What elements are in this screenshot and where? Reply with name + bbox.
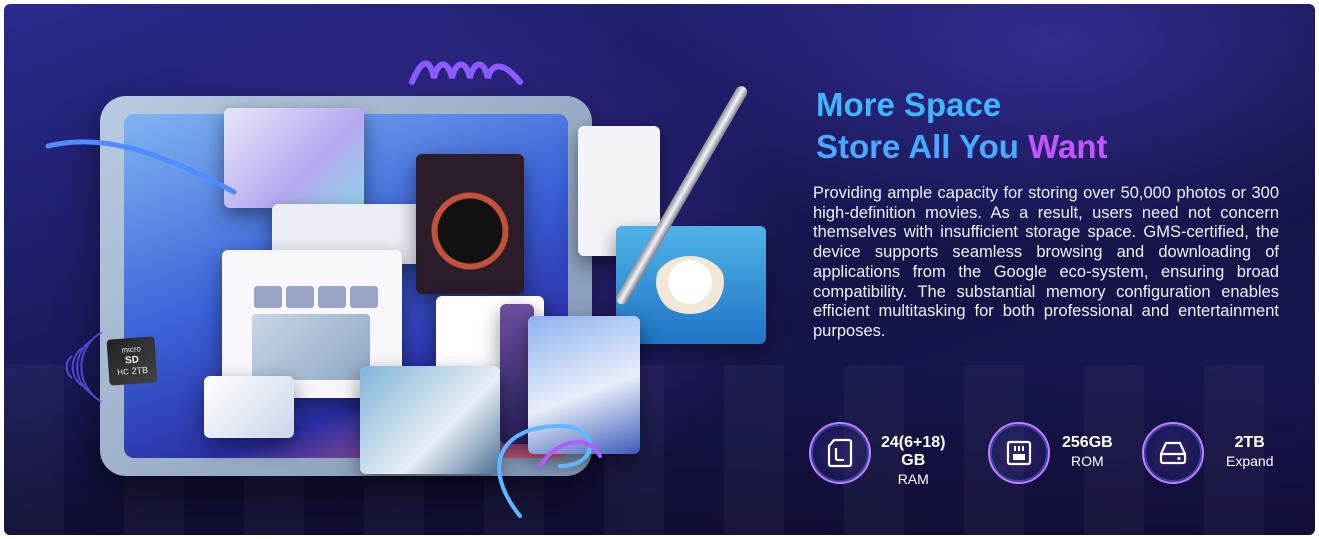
music-player-window <box>416 154 524 294</box>
sd-card-capacity: 2TB <box>131 364 149 377</box>
abstract-art-window <box>224 108 364 208</box>
spec-rom-value: 256GB <box>1062 434 1113 451</box>
spec-ram-value: 24(6+18) GB <box>881 434 946 469</box>
headline-line-1: More Space <box>816 86 1002 123</box>
memory-chip-icon <box>988 422 1050 484</box>
swirl-decoration-top <box>409 60 523 85</box>
presenter-video <box>252 314 370 380</box>
spec-expand-text: 2TB Expand <box>1226 434 1273 470</box>
headline-line-2: Store All You Want <box>816 126 1108 168</box>
sd-card-icon <box>809 422 871 484</box>
feature-description: Providing ample capacity for storing ove… <box>813 184 1279 340</box>
puppy-photo <box>204 376 294 438</box>
micro-sd-card: micro SD HC 2TB <box>106 336 158 386</box>
spec-ram-label: RAM <box>897 471 929 487</box>
participant-thumbnails <box>252 284 380 315</box>
headline: More Space Store All You Want <box>816 84 1108 168</box>
spec-rom-text: 256GB ROM <box>1062 434 1113 470</box>
dog-image <box>654 256 726 314</box>
spec-expand-label: Expand <box>1226 453 1274 469</box>
spec-expand-value: 2TB <box>1234 434 1265 451</box>
headline-line-2-main: Store All You <box>816 128 1029 165</box>
spec-ram-text: 24(6+18) GB RAM <box>881 434 946 488</box>
product-illustration: micro SD HC 2TB <box>4 4 804 535</box>
sd-card-class: HC <box>117 367 130 378</box>
sound-wave-decoration <box>65 331 103 403</box>
headline-accent-word: Want <box>1028 128 1108 165</box>
swirl-decoration-left <box>45 139 237 195</box>
storage-feature-banner: micro SD HC 2TB More Space Store All You… <box>4 4 1315 535</box>
hard-drive-icon <box>1142 422 1204 484</box>
swirl-decoration-bottom <box>497 423 602 518</box>
spec-rom-label: ROM <box>1071 453 1104 469</box>
